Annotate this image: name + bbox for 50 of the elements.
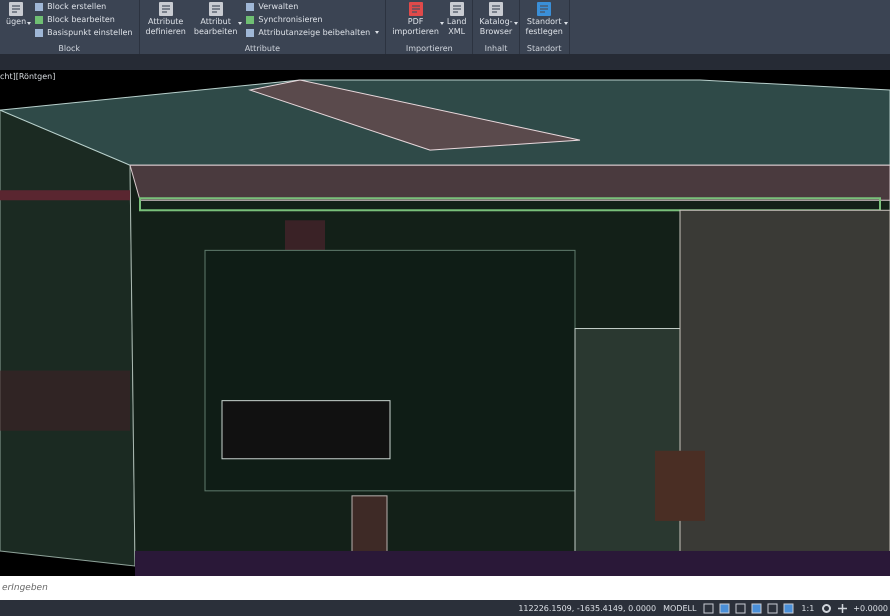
ribbon-tool-button[interactable]: Attribute definieren (144, 0, 188, 38)
ribbon-tool-button[interactable]: Basispunkt einstellen (32, 26, 134, 39)
ribbon-tool-button[interactable]: Standort festlegen (524, 0, 565, 38)
command-line-field[interactable]: erIngeben (0, 576, 890, 600)
caret-icon (238, 22, 242, 25)
caret-icon (440, 22, 444, 25)
plus-icon[interactable] (837, 602, 848, 614)
ribbon-tool-button[interactable]: Land XML (444, 0, 468, 38)
tool-icon (448, 1, 466, 17)
viewport-label[interactable]: cht][Röntgen] (0, 72, 56, 81)
caret-icon (514, 22, 518, 25)
ribbon-tool-button[interactable]: Attributanzeige beibehalten (243, 26, 382, 39)
tool-icon (245, 2, 256, 12)
ribbon-tool-button[interactable]: Block erstellen (32, 0, 134, 13)
caret-icon (27, 22, 32, 25)
group-label: Standort (526, 44, 562, 54)
caret-icon (375, 31, 380, 34)
model-space-button[interactable]: MODELL (661, 604, 698, 612)
tool-icon (156, 1, 175, 17)
ribbon-tool-button[interactable]: Katalog- Browser (477, 0, 515, 38)
caret-icon (564, 22, 568, 25)
tool-icon (406, 1, 425, 17)
ribbon-tool-button[interactable]: ügen (4, 0, 28, 28)
group-label: Inhalt (484, 44, 508, 54)
ribbon-tool-button[interactable]: Verwalten (243, 0, 382, 13)
group-label: Importieren (404, 44, 454, 54)
tool-icon (206, 1, 225, 17)
group-label: Block (57, 44, 82, 54)
tool-icon (34, 28, 44, 38)
ribbon-tool-button[interactable]: Synchronisieren (243, 13, 382, 26)
coordinates-readout: 112226.1509, -1635.4149, 0.0000 (518, 604, 656, 612)
status-toggle-icon[interactable] (719, 602, 730, 614)
tool-icon (486, 1, 505, 17)
value-readout: +0.0000 (853, 604, 888, 612)
tool-icon (245, 14, 256, 24)
tool-icon (245, 28, 256, 38)
ribbon-tool-button[interactable]: Attribut bearbeiten (192, 0, 240, 38)
status-toggle-icon[interactable] (735, 602, 746, 614)
tool-icon (535, 1, 554, 17)
group-label: Attribute (244, 44, 282, 54)
tool-icon (34, 2, 44, 12)
tool-icon (34, 14, 44, 24)
status-toggle-icon[interactable] (783, 602, 794, 614)
status-toggle-icon[interactable] (703, 602, 714, 614)
tool-icon (7, 1, 26, 17)
ribbon-tool-button[interactable]: PDF importieren (390, 0, 441, 38)
status-toggle-icon[interactable] (767, 602, 778, 614)
status-toggle-icon[interactable] (751, 602, 762, 614)
scale-button[interactable]: 1:1 (799, 604, 816, 612)
ribbon-tool-button[interactable]: Block bearbeiten (32, 13, 134, 26)
